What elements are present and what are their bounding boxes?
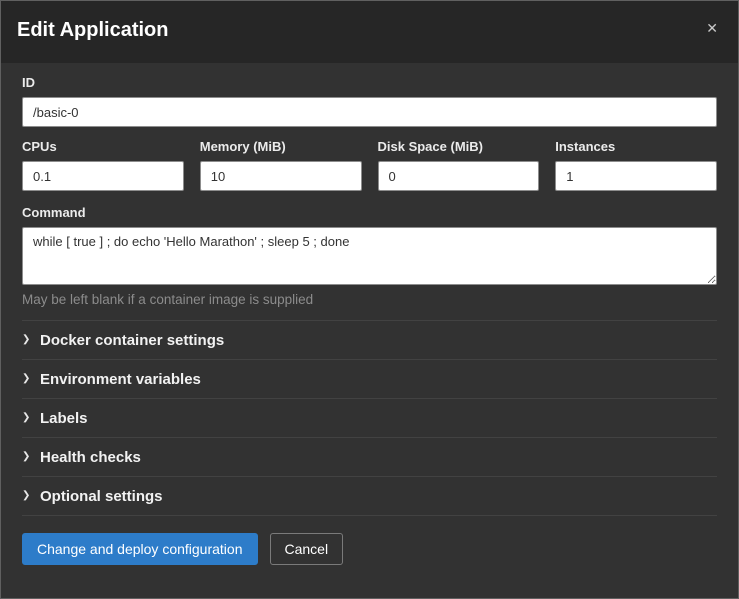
section-label: Docker container settings — [40, 332, 224, 349]
modal-body: ID CPUs Memory (MiB) Disk Space (MiB) In… — [1, 63, 738, 516]
section-environment-variables[interactable]: ❯ Environment variables — [22, 360, 717, 399]
change-and-deploy-button[interactable]: Change and deploy configuration — [22, 533, 258, 565]
cpus-field-group: CPUs — [22, 139, 184, 191]
modal-header: Edit Application ✕ — [1, 1, 738, 63]
section-label: Environment variables — [40, 371, 201, 388]
section-label: Health checks — [40, 449, 141, 466]
chevron-right-icon: ❯ — [22, 335, 40, 345]
cpus-label: CPUs — [22, 139, 184, 155]
modal-footer: Change and deploy configuration Cancel — [1, 516, 738, 582]
chevron-right-icon: ❯ — [22, 413, 40, 423]
instances-input[interactable] — [555, 161, 717, 191]
chevron-right-icon: ❯ — [22, 491, 40, 501]
section-optional-settings[interactable]: ❯ Optional settings — [22, 477, 717, 516]
id-label: ID — [22, 75, 717, 91]
disk-field-group: Disk Space (MiB) — [378, 139, 540, 191]
disk-label: Disk Space (MiB) — [378, 139, 540, 155]
command-textarea[interactable]: while [ true ] ; do echo 'Hello Marathon… — [22, 227, 717, 285]
instances-field-group: Instances — [555, 139, 717, 191]
id-input[interactable] — [22, 97, 717, 127]
command-label: Command — [22, 205, 717, 221]
command-help-text: May be left blank if a container image i… — [22, 291, 717, 308]
section-label: Labels — [40, 410, 88, 427]
section-docker-container-settings[interactable]: ❯ Docker container settings — [22, 321, 717, 360]
resources-row: CPUs Memory (MiB) Disk Space (MiB) Insta… — [22, 139, 717, 191]
memory-input[interactable] — [200, 161, 362, 191]
section-labels[interactable]: ❯ Labels — [22, 399, 717, 438]
memory-field-group: Memory (MiB) — [200, 139, 362, 191]
collapsible-sections: ❯ Docker container settings ❯ Environmen… — [22, 320, 717, 516]
cancel-button[interactable]: Cancel — [270, 533, 344, 565]
disk-input[interactable] — [378, 161, 540, 191]
memory-label: Memory (MiB) — [200, 139, 362, 155]
close-icon: ✕ — [706, 20, 718, 36]
chevron-right-icon: ❯ — [22, 374, 40, 384]
id-field-group: ID — [22, 75, 717, 127]
chevron-right-icon: ❯ — [22, 452, 40, 462]
close-button[interactable]: ✕ — [702, 17, 722, 39]
section-health-checks[interactable]: ❯ Health checks — [22, 438, 717, 477]
modal-title: Edit Application — [17, 17, 168, 43]
command-field-group: Command while [ true ] ; do echo 'Hello … — [22, 205, 717, 308]
cpus-input[interactable] — [22, 161, 184, 191]
section-label: Optional settings — [40, 488, 163, 505]
instances-label: Instances — [555, 139, 717, 155]
